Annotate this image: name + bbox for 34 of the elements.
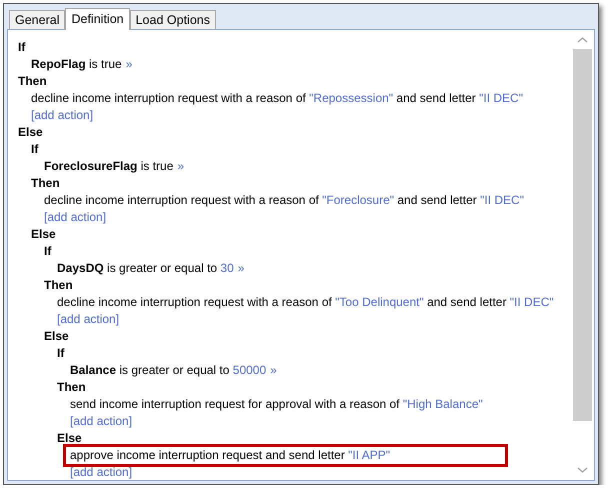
condition-text: ForeclosureFlag is true [44, 158, 174, 175]
expand-link[interactable]: » [238, 260, 244, 277]
keyword-label: Else [44, 328, 69, 345]
condition-text: Balance is greater or equal to 50000 [70, 362, 266, 379]
keyword-label: Then [44, 277, 73, 294]
tab[interactable]: General [9, 10, 66, 29]
tab[interactable]: Definition [65, 8, 130, 30]
scrollbar-thumb[interactable] [573, 49, 592, 421]
add-action-link[interactable]: [add action] [70, 464, 132, 481]
keyword-label: Then [31, 175, 60, 192]
add-action-link[interactable]: [add action] [31, 107, 94, 124]
keyword-label: Else [31, 226, 56, 243]
keyword-label: If [18, 39, 26, 56]
add-action-link[interactable]: [add action] [44, 209, 106, 226]
action-text: decline income interruption request with a reason of "Repossession" and send letter "II DEC" [31, 90, 523, 107]
expand-link[interactable]: » [126, 56, 132, 73]
action-text: decline income interruption request with a reason of "Too Delinquent" and send letter "II DEC" [57, 294, 554, 311]
expand-link[interactable]: » [270, 362, 277, 379]
action-text: send income interruption request for approval with a reason of "High Balance" [70, 396, 483, 413]
highlighted-action-text: approve income interruption request and send letter "II APP" [66, 447, 505, 464]
add-action-link[interactable]: [add action] [57, 311, 120, 328]
keyword-label: If [44, 243, 52, 260]
tab[interactable]: Load Options [130, 10, 216, 29]
action-text: decline income interruption request with a reason of "Foreclosure" and send letter "II DEC" [44, 192, 524, 209]
condition-text: RepoFlag is true [31, 56, 122, 73]
add-action-link[interactable]: [add action] [70, 413, 132, 430]
keyword-label: Else [57, 430, 82, 447]
keyword-label: Else [18, 124, 43, 141]
condition-text: DaysDQ is greater or equal to 30 [57, 260, 234, 277]
expand-link[interactable]: » [177, 158, 184, 175]
keyword-label: If [31, 141, 38, 158]
keyword-label: Then [57, 379, 86, 396]
keyword-label: If [57, 345, 64, 362]
keyword-label: Then [18, 73, 47, 90]
